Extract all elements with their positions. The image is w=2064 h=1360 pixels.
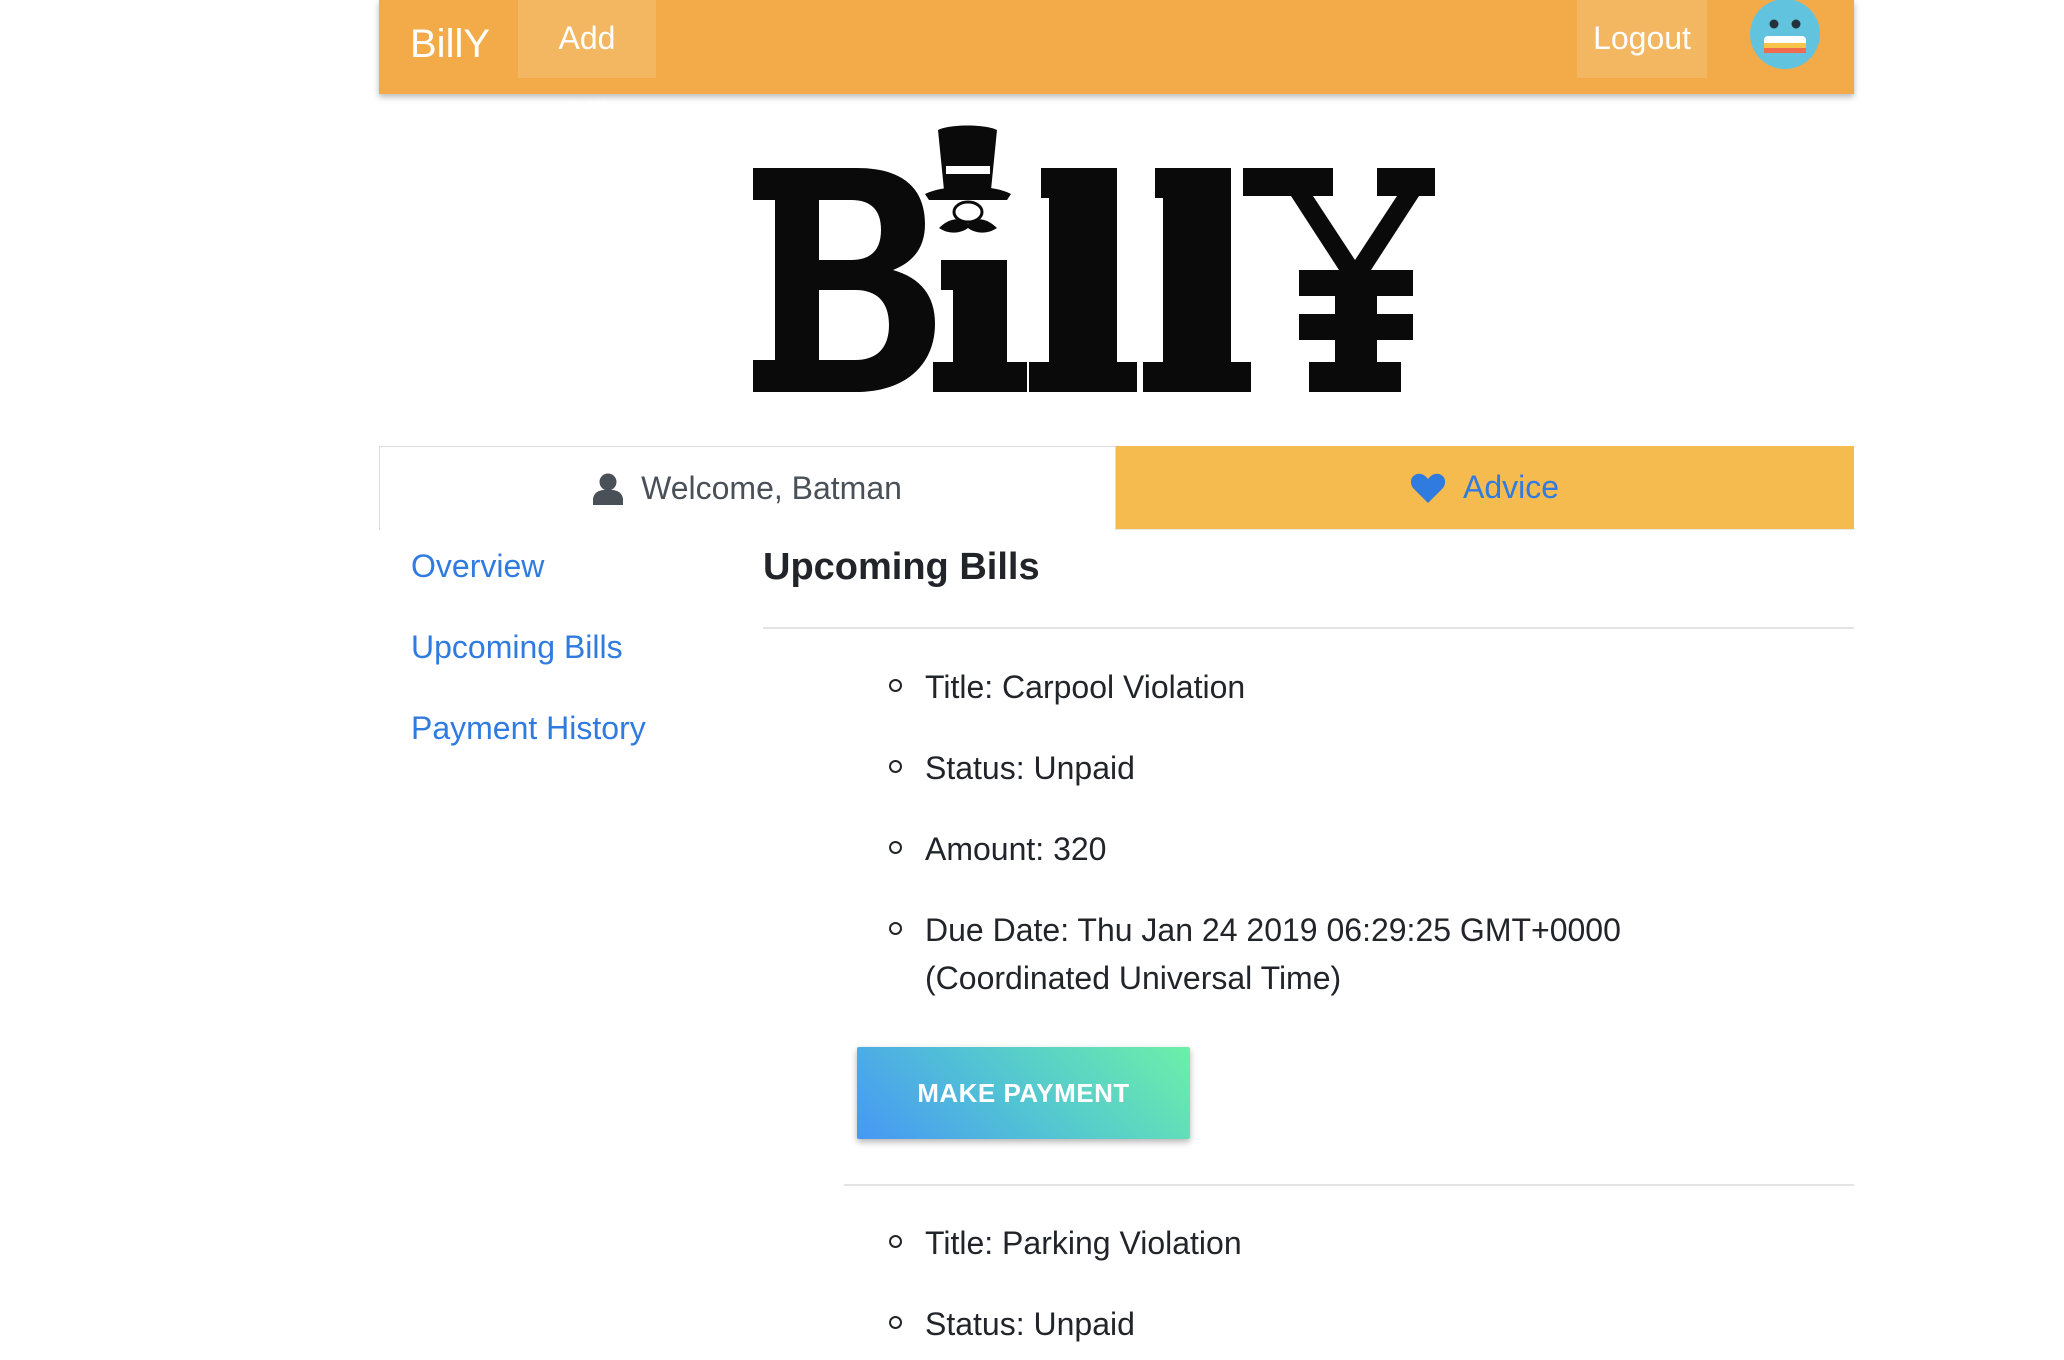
sidebar-item-upcoming-bills[interactable]: Upcoming Bills — [411, 629, 623, 666]
list-bullet — [889, 922, 902, 935]
top-navbar: BillY Add Bill Logout — [379, 0, 1854, 132]
tab-welcome-label: Welcome, Batman — [641, 470, 902, 506]
page-title: Upcoming Bills — [763, 546, 1040, 588]
bill-title: Title: Carpool Violation — [925, 669, 1246, 705]
bill-status: Status: Unpaid — [925, 1306, 1135, 1342]
add-bill-link[interactable]: Add Bill — [518, 0, 656, 132]
brand-link[interactable]: BillY — [410, 12, 490, 76]
billy-logo — [753, 125, 1435, 392]
profile-tabs: Welcome, Batman Advice — [379, 446, 1854, 530]
tab-welcome[interactable]: Welcome, Batman — [379, 446, 1116, 530]
tab-advice-label: Advice — [1462, 469, 1560, 505]
sidebar-item-payment-history[interactable]: Payment History — [411, 710, 646, 747]
logout-link[interactable]: Logout — [1577, 0, 1707, 78]
bill-title: Title: Parking Violation — [925, 1225, 1242, 1261]
user-icon — [593, 473, 624, 505]
smiley-avatar-icon[interactable] — [1749, 0, 1821, 70]
list-bullet — [889, 679, 902, 692]
bill-divider — [844, 1184, 1854, 1186]
title-divider — [763, 627, 1854, 629]
make-payment-button[interactable]: MAKE PAYMENT — [857, 1047, 1190, 1139]
sidebar-item-overview[interactable]: Overview — [411, 548, 544, 585]
list-bullet — [889, 1316, 902, 1329]
tab-advice[interactable]: Advice — [1116, 446, 1854, 530]
bill-due-date: Due Date: Thu Jan 24 2019 06:29:25 GMT+0… — [925, 912, 1621, 996]
list-bullet — [889, 760, 902, 773]
bill-amount: Amount: 320 — [925, 831, 1107, 867]
bill-status: Status: Unpaid — [925, 750, 1135, 786]
list-bullet — [889, 841, 902, 854]
list-bullet — [889, 1235, 902, 1248]
top-hat-mustache-icon — [925, 125, 1011, 233]
heart-icon — [1410, 473, 1445, 503]
